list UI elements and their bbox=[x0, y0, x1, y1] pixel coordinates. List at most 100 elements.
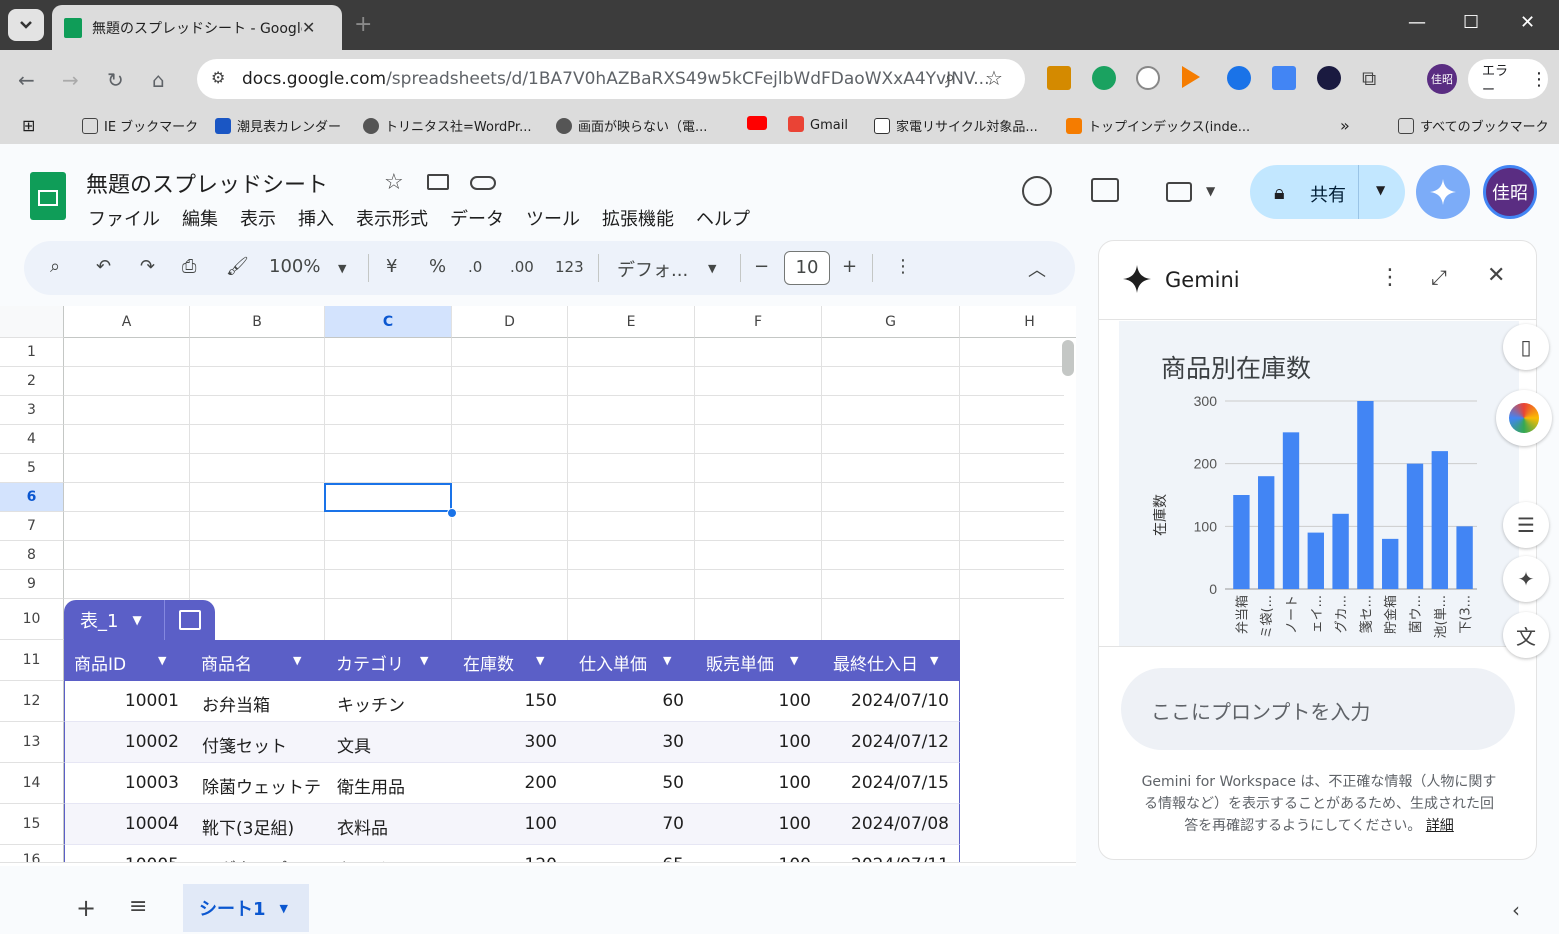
more-formats-button[interactable]: 123 bbox=[555, 258, 584, 276]
percent-format-button[interactable]: % bbox=[429, 256, 446, 277]
bookmark-item[interactable]: 潮見表カレンダー bbox=[215, 116, 341, 135]
row-header[interactable]: 7 bbox=[0, 512, 64, 541]
font-dropdown-icon[interactable]: ▼ bbox=[708, 262, 716, 275]
bookmark-item[interactable]: Gmail bbox=[788, 116, 848, 133]
column-header[interactable]: G bbox=[822, 306, 960, 338]
menu-tools[interactable]: ツール bbox=[526, 205, 580, 231]
star-extension-icon[interactable] bbox=[1317, 66, 1341, 90]
menu-extensions[interactable]: 拡張機能 bbox=[602, 205, 674, 231]
maximize-button[interactable]: ☐ bbox=[1463, 12, 1479, 33]
rss-extension-icon[interactable] bbox=[1136, 66, 1160, 90]
column-header[interactable]: F bbox=[695, 306, 822, 338]
zoom-dropdown-icon[interactable]: ▼ bbox=[338, 262, 346, 275]
translate-extension-icon[interactable] bbox=[1272, 66, 1296, 90]
filter-dropdown-icon[interactable]: ▼ bbox=[536, 654, 544, 667]
add-sheet-icon[interactable]: + bbox=[76, 894, 96, 922]
star-icon[interactable]: ☆ bbox=[384, 170, 404, 195]
zoom-icon[interactable]: ⌕ bbox=[945, 67, 955, 88]
zoom-select[interactable]: 100% bbox=[269, 256, 320, 277]
vertical-scrollbar[interactable] bbox=[1062, 340, 1074, 376]
details-link[interactable]: 詳細 bbox=[1426, 818, 1454, 834]
paint-format-icon[interactable]: 🖌︎ bbox=[226, 256, 249, 277]
expand-side-panel-icon[interactable]: ‹ bbox=[1512, 898, 1520, 922]
bookmark-item[interactable]: 画面が映らない（電... bbox=[556, 116, 707, 135]
version-history-icon[interactable] bbox=[1022, 176, 1052, 206]
redo-icon[interactable]: ↷ bbox=[140, 256, 155, 277]
add-on-icon[interactable] bbox=[1496, 390, 1552, 446]
column-header[interactable]: D bbox=[452, 306, 568, 338]
column-header[interactable]: H bbox=[960, 306, 1076, 338]
browser-tab[interactable]: 無題のスプレッドシート - Google ス ✕ bbox=[52, 5, 342, 50]
chevron-double-right-icon[interactable]: » bbox=[1340, 116, 1350, 135]
tasks-icon[interactable]: ☰ bbox=[1503, 502, 1549, 548]
active-cell-c6[interactable] bbox=[324, 483, 452, 512]
menu-view[interactable]: 表示 bbox=[240, 205, 276, 231]
profile-error-chip[interactable]: エラー ⋮ bbox=[1468, 59, 1548, 99]
row-header[interactable]: 2 bbox=[0, 367, 64, 396]
all-bookmarks[interactable]: すべてのブックマーク bbox=[1398, 116, 1549, 135]
quote-extension-icon[interactable] bbox=[1092, 66, 1116, 90]
header-category[interactable]: カテゴリ bbox=[336, 650, 404, 675]
bookmark-star-icon[interactable]: ☆ bbox=[985, 66, 1003, 90]
site-info-icon[interactable]: ⚙ bbox=[211, 68, 225, 87]
row-header[interactable]: 11 bbox=[0, 640, 64, 681]
row-header[interactable]: 9 bbox=[0, 570, 64, 599]
menu-file[interactable]: ファイル bbox=[88, 205, 160, 231]
row-header[interactable]: 12 bbox=[0, 681, 64, 722]
account-avatar[interactable]: 佳昭 bbox=[1483, 165, 1537, 219]
select-all-corner[interactable] bbox=[0, 306, 64, 338]
column-header[interactable]: B bbox=[190, 306, 325, 338]
header-product-name[interactable]: 商品名 bbox=[201, 650, 252, 675]
spreadsheet-grid[interactable]: A B C D E F G H 1 2 3 4 5 6 7 8 9 10 11 … bbox=[0, 306, 1076, 866]
gemini-button[interactable] bbox=[1416, 165, 1470, 219]
row-header[interactable]: 5 bbox=[0, 454, 64, 483]
filter-dropdown-icon[interactable]: ▼ bbox=[158, 654, 166, 667]
header-sale-price[interactable]: 販売単価 bbox=[706, 650, 774, 675]
table-name-tab[interactable]: 表_1 ▼ bbox=[64, 600, 215, 640]
more-vert-icon[interactable]: ⋮ bbox=[1379, 265, 1401, 290]
row-header[interactable]: 3 bbox=[0, 396, 64, 425]
bookmark-item[interactable] bbox=[747, 116, 773, 131]
filter-dropdown-icon[interactable]: ▼ bbox=[790, 654, 798, 667]
filter-dropdown-icon[interactable]: ▼ bbox=[420, 654, 428, 667]
new-tab-button[interactable]: + bbox=[354, 12, 372, 37]
share-dropdown-icon[interactable]: ▼ bbox=[1376, 183, 1385, 197]
filter-dropdown-icon[interactable]: ▼ bbox=[930, 654, 938, 667]
more-vert-icon[interactable]: ⋮ bbox=[894, 256, 912, 277]
undo-icon[interactable]: ↶ bbox=[96, 256, 111, 277]
row-header[interactable]: 15 bbox=[0, 804, 64, 845]
row-header[interactable]: 1 bbox=[0, 338, 64, 367]
collapse-toolbar-icon[interactable]: ︿ bbox=[1028, 256, 1046, 282]
home-icon[interactable]: ⌂ bbox=[152, 68, 165, 92]
header-last-purchase[interactable]: 最終仕入日 bbox=[833, 650, 918, 675]
bookmark-item[interactable]: 家電リサイクル対象品... bbox=[874, 116, 1038, 135]
row-header[interactable]: 8 bbox=[0, 541, 64, 570]
column-header[interactable]: C bbox=[325, 306, 452, 338]
bookmark-item[interactable]: トップインデックス(inde... bbox=[1066, 116, 1250, 135]
meet-dropdown-icon[interactable]: ▼ bbox=[1206, 184, 1215, 198]
menu-help[interactable]: ヘルプ bbox=[696, 205, 750, 231]
bookmark-item[interactable]: トリニタス社=WordPr... bbox=[363, 116, 531, 135]
currency-format-button[interactable]: ¥ bbox=[386, 256, 397, 277]
sheets-logo-icon[interactable] bbox=[30, 172, 66, 220]
row-header[interactable]: 4 bbox=[0, 425, 64, 454]
font-size-input[interactable]: 10 bbox=[784, 251, 830, 285]
sheet-tab[interactable]: シート1 ▼ bbox=[183, 884, 309, 932]
table-row[interactable]: 10004 靴下(3足組) 衣料品 100 70 100 2024/07/08 bbox=[64, 804, 960, 845]
comments-icon[interactable] bbox=[1091, 178, 1119, 202]
row-header[interactable]: 6 bbox=[0, 483, 64, 512]
row-header[interactable]: 10 bbox=[0, 599, 64, 640]
print-icon[interactable]: ⎙ bbox=[182, 256, 196, 277]
menu-insert[interactable]: 挿入 bbox=[298, 205, 334, 231]
back-icon[interactable]: ← bbox=[18, 68, 35, 92]
bookmark-item[interactable]: IE ブックマーク bbox=[82, 116, 198, 135]
column-header[interactable]: E bbox=[568, 306, 695, 338]
tab-search-button[interactable] bbox=[8, 9, 44, 41]
keep-notes-icon[interactable]: ▯ bbox=[1503, 324, 1549, 370]
apps-grid-icon[interactable]: ⊞ bbox=[22, 116, 35, 135]
font-select[interactable]: デフォ... bbox=[617, 256, 688, 282]
filter-dropdown-icon[interactable]: ▼ bbox=[293, 654, 301, 667]
close-window-button[interactable]: ✕ bbox=[1520, 12, 1535, 33]
header-stock[interactable]: 在庫数 bbox=[463, 650, 514, 675]
meet-video-icon[interactable] bbox=[1166, 182, 1192, 202]
